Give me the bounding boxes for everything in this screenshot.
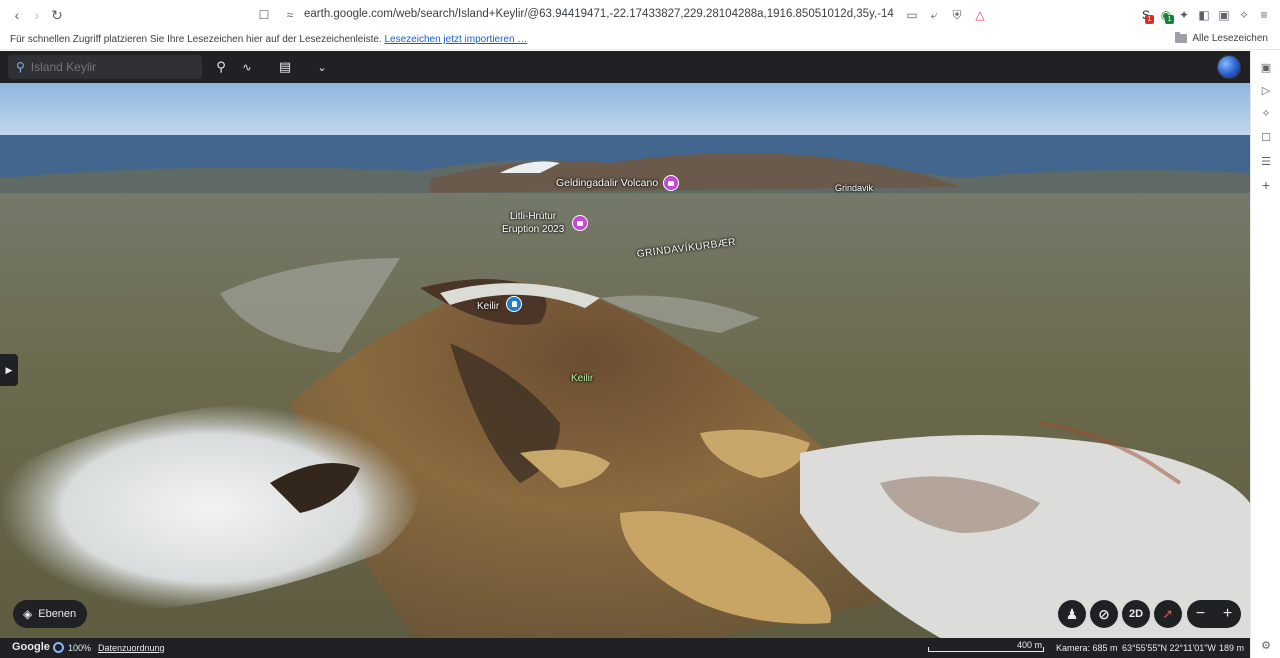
import-bookmarks-link[interactable]: Lesezeichen jetzt importieren … <box>384 34 527 45</box>
rewards-icon[interactable]: △ <box>972 7 988 23</box>
pegman-button[interactable]: ♟ <box>1058 600 1086 628</box>
bookmark-icon[interactable]: ☐ <box>256 7 272 23</box>
zoom-in-button[interactable]: + <box>1223 605 1232 623</box>
path-icon[interactable]: ∿ <box>238 58 256 76</box>
gear-icon[interactable]: ⚙ <box>1258 637 1274 653</box>
compass-icon: ➚ <box>1162 606 1174 621</box>
label-keilir-peak[interactable]: Keilir <box>477 301 499 312</box>
add-icon[interactable]: + <box>1258 177 1274 193</box>
ruler-icon[interactable]: ▤ <box>276 58 294 76</box>
globe-icon[interactable] <box>1218 56 1240 78</box>
label-litli-hrutur[interactable]: Litli-Hrútur <box>510 211 556 222</box>
terrain-graphic <box>0 83 1250 658</box>
bookmarks-bar: Für schnellen Zugriff platzieren Sie Ihr… <box>0 30 1280 50</box>
compass-button[interactable]: ➚ <box>1154 600 1182 628</box>
share-icon[interactable]: ⤶ <box>926 7 942 23</box>
puzzle-icon[interactable]: ✦ <box>1176 7 1192 23</box>
pin-icon[interactable]: ⚲ <box>212 58 230 76</box>
camera-icon[interactable] <box>663 175 679 191</box>
forward-icon[interactable]: › <box>28 6 46 24</box>
chevron-down-icon[interactable]: ⌄ <box>313 58 331 76</box>
bookmarks-hint: Für schnellen Zugriff platzieren Sie Ihr… <box>10 34 528 45</box>
earth-toolbar: ⚲ ⚲ ∿ ▤ ⌄ <box>0 51 1250 83</box>
all-bookmarks-button[interactable]: Alle Lesezeichen <box>1175 32 1268 44</box>
reload-icon[interactable]: ↻ <box>48 6 66 24</box>
site-info-icon[interactable]: ≈ <box>282 7 298 23</box>
browser-toolbar: ‹ › ↻ ☐ ≈ earth.google.com/web/search/Is… <box>0 0 1280 30</box>
menu-icon[interactable]: ≡ <box>1256 7 1272 23</box>
load-percentage: 100% <box>68 643 92 653</box>
pegman-icon: ♟ <box>1065 605 1079 622</box>
label-grindavik[interactable]: Grindavik <box>835 183 873 193</box>
layers-button[interactable]: ◈ Ebenen <box>13 600 87 628</box>
rotate-icon: ⊘ <box>1098 605 1110 622</box>
elevation: 189 m <box>1219 643 1245 653</box>
search-input[interactable] <box>30 60 181 74</box>
layers-icon: ◈ <box>23 607 33 621</box>
expand-panel-handle[interactable]: ▶ <box>0 354 18 386</box>
wallet-icon[interactable]: ▣ <box>1258 59 1274 75</box>
google-logo: Google <box>12 641 50 653</box>
wallet-icon[interactable]: ▣ <box>1216 7 1232 23</box>
bookmark-icon[interactable]: ☐ <box>1258 129 1274 145</box>
badge: 1 <box>1145 15 1154 24</box>
label-geldingadalir[interactable]: Geldingadalir Volcano <box>556 177 658 189</box>
mountain-pin-icon[interactable] <box>506 296 522 312</box>
zoom-control: − + <box>1187 600 1241 628</box>
chevron-right-icon: ▶ <box>5 364 13 375</box>
browser-sidebar: ▣ ▷ ✧ ☐ ☰ + ⚙ <box>1250 51 1280 658</box>
earth-viewport[interactable]: Geldingadalir Volcano Grindavik Litli-Hr… <box>0 51 1250 658</box>
label-keilir-area: Keilir <box>571 373 594 384</box>
coordinates: 63°55'55"N 22°11'01"W <box>1122 643 1216 653</box>
attribution-link[interactable]: Datenzuordnung <box>98 643 165 653</box>
badge: 1 <box>1165 15 1174 24</box>
folder-icon <box>1175 32 1188 43</box>
loading-ring-icon <box>53 642 64 653</box>
search-box[interactable]: ⚲ <box>8 55 202 79</box>
zoom-out-button[interactable]: − <box>1196 605 1205 623</box>
3d-map-scene[interactable]: Geldingadalir Volcano Grindavik Litli-Hr… <box>0 83 1250 658</box>
camera-icon[interactable] <box>572 215 588 231</box>
video-icon[interactable]: ▷ <box>1258 82 1274 98</box>
sidebar-icon[interactable]: ◧ <box>1196 7 1212 23</box>
rotate-button[interactable]: ⊘ <box>1090 600 1118 628</box>
label-eruption-2023[interactable]: Eruption 2023 <box>502 224 564 235</box>
view-2d-button[interactable]: 2D <box>1122 600 1150 628</box>
camera-altitude: Kamera: 685 m <box>1056 643 1118 653</box>
reading-list-icon[interactable]: ☰ <box>1258 153 1274 169</box>
cast-icon[interactable]: ▭ <box>904 7 920 23</box>
leo-icon[interactable]: ✧ <box>1258 105 1274 121</box>
search-icon: ⚲ <box>16 60 25 74</box>
scale-bar <box>928 647 1044 652</box>
status-bar: Google 100% Datenzuordnung 400 m Kamera:… <box>0 638 1250 658</box>
back-icon[interactable]: ‹ <box>8 6 26 24</box>
leo-icon[interactable]: ✧ <box>1236 7 1252 23</box>
address-bar[interactable]: earth.google.com/web/search/Island+Keyli… <box>304 8 894 20</box>
brave-shield-icon[interactable]: ⛨ <box>949 7 965 23</box>
